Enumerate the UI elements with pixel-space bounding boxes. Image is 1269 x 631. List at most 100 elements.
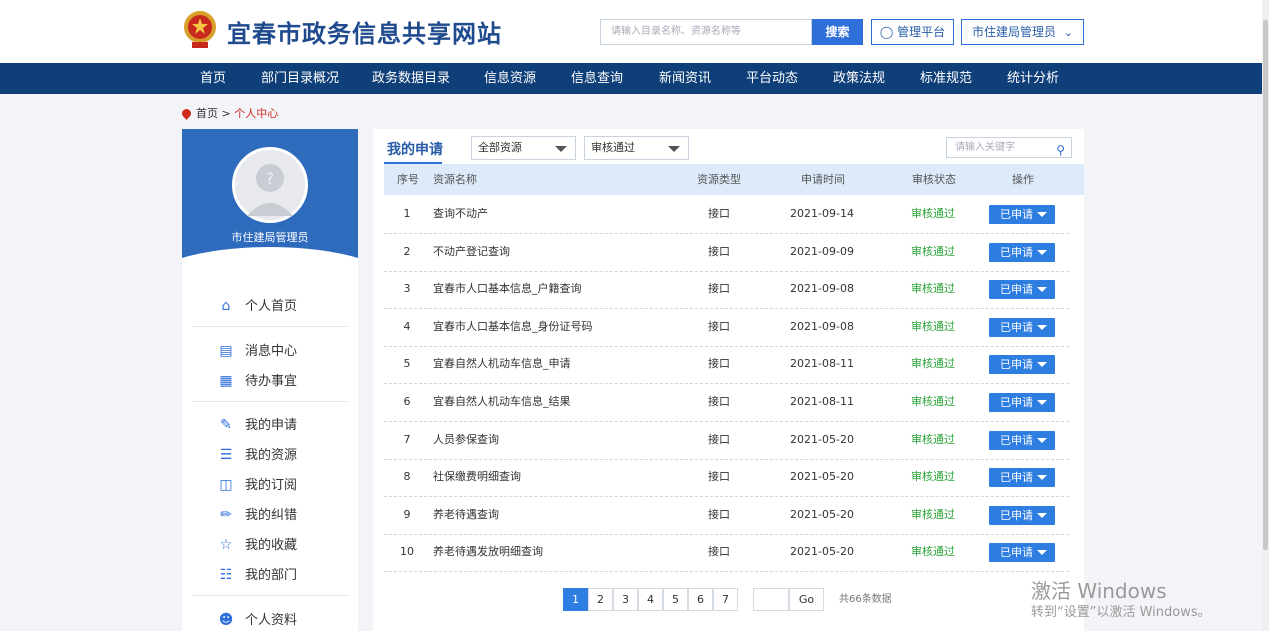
national-emblem-icon: [184, 11, 216, 48]
nav-item-info-resources[interactable]: 信息资源: [484, 63, 536, 94]
sidebar-item-label: 我的纠错: [245, 508, 298, 523]
resource-type: 接口: [708, 545, 730, 559]
nav-item-news[interactable]: 新闻资讯: [659, 63, 711, 94]
sidebar-item-my-resources[interactable]: ☰ 我的资源: [217, 444, 297, 463]
nav-item-standards[interactable]: 标准规范: [920, 63, 972, 94]
tab-my-applications[interactable]: 我的申请: [387, 139, 443, 159]
avatar[interactable]: ?: [232, 147, 308, 223]
application-date: 2021-05-20: [790, 470, 854, 484]
applied-dropdown-button[interactable]: 已申请: [989, 393, 1055, 412]
sidebar-item-my-favorites[interactable]: ☆ 我的收藏: [217, 534, 297, 553]
sidebar-item-my-department[interactable]: ☷ 我的部门: [217, 564, 297, 583]
sidebar-item-my-applications[interactable]: ✎ 我的申请: [217, 414, 297, 433]
page-jump-input[interactable]: [753, 588, 789, 611]
page-button[interactable]: 6: [688, 588, 713, 611]
applied-dropdown-button[interactable]: 已申请: [989, 505, 1055, 525]
applied-button-label: 已申请: [1000, 471, 1033, 485]
table-row: 5 宜春自然人机动车信息_申请 接口 2021-08-11 审核通过 已申请: [384, 345, 1069, 385]
caret-down-icon: [1037, 512, 1047, 518]
applied-dropdown-button[interactable]: 已申请: [989, 430, 1055, 450]
todo-icon: ▦: [219, 373, 233, 389]
star-icon: ☆: [219, 537, 233, 553]
resource-filter-value: 全部资源: [478, 141, 522, 154]
nav-item-statistics[interactable]: 统计分析: [1007, 63, 1059, 94]
applied-dropdown-button[interactable]: 已申请: [989, 355, 1055, 375]
resource-type: 接口: [708, 395, 730, 408]
breadcrumb-current: 个人中心: [234, 107, 279, 120]
page-button[interactable]: 1: [563, 588, 588, 611]
caret-down-icon: [1037, 475, 1047, 481]
nav-item-info-query[interactable]: 信息查询: [571, 63, 623, 94]
search-button[interactable]: 搜索: [812, 19, 863, 45]
application-date: 2021-08-11: [790, 357, 854, 371]
management-platform-button[interactable]: ◯ 管理平台: [871, 19, 954, 45]
applied-button-label: 已申请: [1000, 433, 1033, 447]
sidebar-item-messages[interactable]: ▤ 消息中心: [217, 340, 297, 359]
applied-button-label: 已申请: [1000, 396, 1033, 409]
applied-dropdown-button[interactable]: 已申请: [989, 280, 1055, 300]
application-icon: ✎: [220, 417, 232, 433]
keyword-search-input[interactable]: 请输入关键字 ⚲: [946, 137, 1072, 158]
resource-type: 接口: [708, 319, 730, 333]
subscribe-icon: ◫: [219, 477, 233, 493]
table-row: 2 不动产登记查询 接口 2021-09-09 审核通过 已申请: [384, 233, 1069, 272]
applied-dropdown-button[interactable]: 已申请: [989, 543, 1055, 563]
caret-down-icon: [1037, 324, 1047, 330]
user-menu-button[interactable]: 市住建局管理员 ⌄: [961, 19, 1084, 45]
row-number: 1: [403, 207, 411, 220]
page-go-button[interactable]: Go: [789, 588, 824, 611]
management-platform-label: 管理平台: [897, 25, 946, 39]
applied-dropdown-button[interactable]: 已申请: [989, 242, 1055, 262]
resource-name: 宜春自然人机动车信息_申请: [433, 357, 571, 371]
breadcrumb-home[interactable]: 首页: [196, 107, 218, 120]
page-scrollbar-thumb[interactable]: [1263, 20, 1268, 550]
column-header-status: 审核状态: [912, 173, 956, 186]
applied-dropdown-button[interactable]: 已申请: [989, 317, 1055, 337]
row-number: 7: [403, 432, 411, 446]
resource-type: 接口: [708, 282, 730, 296]
sidebar-item-my-corrections[interactable]: ✏ 我的纠错: [217, 504, 297, 523]
applied-dropdown-button[interactable]: 已申请: [989, 468, 1055, 488]
sidebar-divider: [192, 401, 348, 402]
column-header-action: 操作: [1012, 173, 1034, 186]
sidebar-item-personal-home[interactable]: ⌂ 个人首页: [217, 295, 297, 314]
department-icon: ☷: [219, 567, 233, 583]
search-icon[interactable]: ⚲: [1056, 141, 1065, 160]
nav-item-dept-overview[interactable]: 部门目录概况: [261, 63, 339, 94]
page-button[interactable]: 5: [663, 588, 688, 611]
nav-item-policies[interactable]: 政策法规: [833, 63, 885, 94]
row-number: 10: [400, 545, 414, 559]
application-date: 2021-08-11: [790, 395, 854, 408]
row-number: 8: [403, 470, 411, 484]
nav-item-platform-news[interactable]: 平台动态: [746, 63, 798, 94]
search-input[interactable]: 请输入目录名称、资源名称等: [600, 19, 812, 45]
page-button[interactable]: 3: [613, 588, 638, 611]
page-button[interactable]: 7: [713, 588, 738, 611]
page-button[interactable]: 2: [588, 588, 613, 611]
application-date: 2021-09-09: [790, 244, 854, 258]
nav-item-data-catalog[interactable]: 政务数据目录: [372, 63, 450, 94]
nav-item-home[interactable]: 首页: [200, 63, 226, 94]
resource-name: 查询不动产: [433, 207, 488, 220]
page-button[interactable]: 4: [638, 588, 663, 611]
caret-down-icon: [555, 146, 567, 152]
applied-dropdown-button[interactable]: 已申请: [989, 205, 1055, 224]
sidebar-item-label: 我的资源: [245, 448, 298, 463]
status-filter-select[interactable]: 审核通过: [584, 136, 689, 160]
review-status: 审核通过: [911, 244, 955, 258]
sidebar-item-my-subscriptions[interactable]: ◫ 我的订阅: [217, 474, 297, 493]
resource-name: 养老待遇查询: [433, 507, 499, 521]
column-header-type: 资源类型: [697, 173, 741, 186]
row-number: 6: [403, 395, 411, 408]
sidebar: ? 市住建局管理员 ⌂ 个人首页 ▤ 消息中心 ▦ 待办事宜 ✎ 我的申请 ☰ 我的资源 …: [182, 129, 358, 631]
chevron-down-icon: ⌄: [1063, 26, 1074, 39]
resource-filter-select[interactable]: 全部资源: [471, 136, 576, 160]
default-avatar-icon: ?: [247, 164, 293, 216]
sidebar-item-label: 个人资料: [245, 613, 298, 628]
sidebar-item-profile[interactable]: ☻ 个人资料: [217, 609, 297, 628]
review-status: 审核通过: [911, 282, 955, 296]
sidebar-item-todo[interactable]: ▦ 待办事宜: [217, 370, 297, 389]
application-date: 2021-09-08: [790, 282, 854, 296]
site-title[interactable]: 宜春市政务信息共享网站: [227, 14, 502, 49]
review-status: 审核通过: [911, 507, 955, 521]
